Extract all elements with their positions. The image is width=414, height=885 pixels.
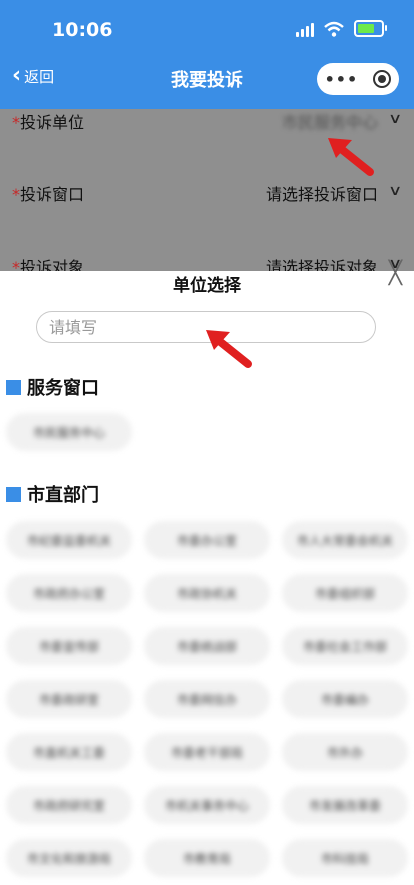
unit-chip[interactable]: 市委网信办 (144, 680, 270, 718)
form-label-target: *投诉对象 (12, 258, 85, 271)
form-label-unit: *投诉单位 (12, 113, 85, 132)
more-icon[interactable]: ••• (325, 70, 359, 89)
unit-chip[interactable]: 市委编办 (282, 680, 408, 718)
unit-chip[interactable]: 市文化和旅游局 (6, 839, 132, 877)
unit-chip[interactable]: 市科技局 (282, 839, 408, 877)
mini-program-capsule: ••• (317, 63, 399, 95)
unit-chip[interactable]: 市委老干部局 (144, 733, 270, 771)
unit-chip[interactable]: 市委政研室 (6, 680, 132, 718)
unit-chip[interactable]: 市政协机关 (144, 574, 270, 612)
status-icons (296, 20, 387, 37)
close-miniprogram-icon[interactable] (373, 70, 392, 88)
unit-chip[interactable]: 市直机关工委 (6, 733, 132, 771)
section-city-departments: 市直部门 (6, 481, 99, 507)
unit-chip[interactable]: 市委办公室 (144, 521, 270, 559)
unit-chip[interactable]: 市委宣传部 (6, 627, 132, 665)
section-title: 市直部门 (27, 485, 99, 506)
unit-chip[interactable]: 市政府办公室 (6, 574, 132, 612)
close-icon[interactable]: ╳ (389, 261, 402, 286)
unit-chip[interactable]: 市人大常委会机关 (282, 521, 408, 559)
form-value-target: 请选择投诉对象 (265, 258, 378, 271)
status-time: 10:06 (52, 19, 113, 41)
nav-bar: ‹ 返回 我要投诉 ••• (0, 56, 414, 100)
annotation-arrow-icon (206, 330, 252, 368)
sheet-title: 单位选择 (173, 276, 241, 296)
annotation-arrow-icon (328, 138, 374, 176)
unit-chip[interactable]: 市委组织部 (282, 574, 408, 612)
unit-chip[interactable]: 市机关事务中心 (144, 786, 270, 824)
unit-chip[interactable]: 市委社会工作部 (282, 627, 408, 665)
section-title: 服务窗口 (27, 378, 99, 399)
form-value-window: 请选择投诉窗口 (265, 185, 378, 204)
unit-chip[interactable]: 市民服务中心 (6, 413, 132, 451)
battery-icon (354, 20, 387, 37)
section-service-window: 服务窗口 (6, 374, 99, 400)
form-row-window[interactable]: *投诉窗口 请选择投诉窗口 ∨ (0, 181, 414, 221)
section-marker (6, 379, 21, 395)
unit-chip[interactable]: 市发展改革委 (282, 786, 408, 824)
unit-chip[interactable]: 市委统战部 (144, 627, 270, 665)
form-value-unit: 市民服务中心 (281, 113, 378, 132)
app-header: 10:06 ‹ 返回 我要投诉 ••• (0, 0, 414, 109)
unit-chip[interactable]: 市政府研究室 (6, 786, 132, 824)
wifi-icon (324, 21, 344, 37)
form-label-window: *投诉窗口 (12, 185, 85, 204)
unit-chip[interactable]: 市纪委监委机关 (6, 521, 132, 559)
chevron-down-icon: ∨ (387, 183, 403, 199)
section-marker (6, 486, 21, 502)
chevron-down-icon: ∨ (387, 111, 403, 127)
form-row-target[interactable]: *投诉对象 请选择投诉对象 ∨ (0, 254, 414, 271)
unit-chip[interactable]: 市外办 (282, 733, 408, 771)
signal-icon (296, 21, 314, 37)
unit-chip[interactable]: 市教育局 (144, 839, 270, 877)
